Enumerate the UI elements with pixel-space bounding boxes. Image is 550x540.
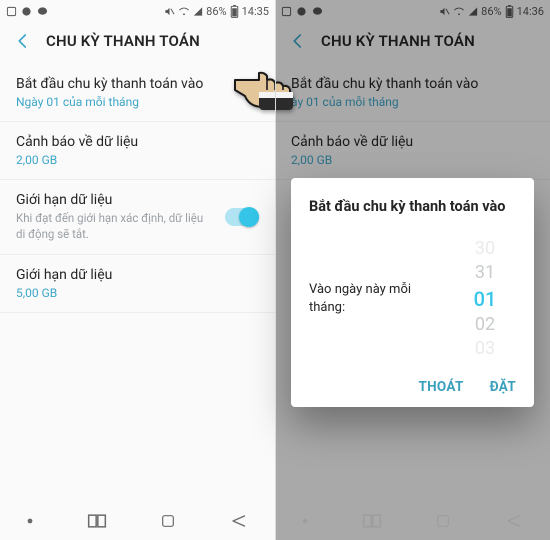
nav-back-icon[interactable]	[230, 514, 248, 528]
status-left	[6, 6, 49, 17]
phone-right: 86% 14:36 CHU KỲ THANH TOÁN Bắt đầu chu …	[275, 0, 550, 540]
item-data-warning[interactable]: Cảnh báo về dữ liệu 2,00 GB	[0, 122, 275, 180]
mute-icon	[164, 6, 175, 17]
dialog-actions: THOÁT ĐẶT	[309, 379, 516, 395]
picker-option[interactable]: 03	[454, 337, 516, 361]
item-sub: 5,00 GB	[16, 286, 259, 300]
settings-list: Bắt đầu chu kỳ thanh toán vào Ngày 01 củ…	[0, 64, 275, 500]
toggle-switch[interactable]	[225, 208, 259, 226]
nav-dot-icon	[27, 518, 33, 524]
item-title: Cảnh báo về dữ liệu	[16, 134, 259, 150]
item-data-limit[interactable]: Giới hạn dữ liệu 5,00 GB	[0, 255, 275, 313]
item-title: Giới hạn dữ liệu	[16, 192, 215, 208]
nav-home-icon[interactable]	[160, 513, 176, 529]
msg-icon	[36, 6, 49, 17]
item-desc: Khi đạt đến giới hạn xác định, dữ liệu d…	[16, 211, 215, 242]
item-title: Bắt đầu chu kỳ thanh toán vào	[16, 76, 259, 92]
picker-row: Vào ngày này mỗi tháng: 30 31 01 02 03	[309, 237, 516, 361]
back-button[interactable]	[14, 32, 32, 50]
clock-text: 14:35	[242, 5, 269, 18]
pointer-hand-icon	[231, 56, 303, 114]
picker-option[interactable]: 31	[454, 261, 516, 285]
cancel-button[interactable]: THOÁT	[418, 379, 463, 395]
signal-icon	[193, 6, 203, 17]
dialog-title: Bắt đầu chu kỳ thanh toán vào	[309, 198, 516, 215]
item-data-limit-toggle[interactable]: Giới hạn dữ liệu Khi đạt đến giới hạn xá…	[0, 180, 275, 255]
picker-label: Vào ngày này mỗi tháng:	[309, 281, 446, 317]
nav-recents-icon[interactable]	[87, 513, 107, 529]
item-sub: Ngày 01 của mỗi tháng	[16, 95, 259, 109]
wifi-icon	[178, 6, 190, 17]
item-title: Giới hạn dữ liệu	[16, 267, 259, 283]
picker-option[interactable]: 30	[454, 237, 516, 261]
item-sub: 2,00 GB	[16, 153, 259, 167]
ok-button[interactable]: ĐẶT	[490, 379, 516, 395]
battery-text: 86%	[206, 5, 226, 18]
screens-divider	[275, 0, 276, 540]
nav-bar	[0, 500, 275, 540]
status-right: 86% 14:35	[164, 5, 269, 18]
picker-option-selected[interactable]: 01	[454, 286, 516, 313]
day-picker[interactable]: 30 31 01 02 03	[454, 237, 516, 361]
status-bar: 86% 14:35	[0, 0, 275, 22]
page-title: CHU KỲ THANH TOÁN	[46, 32, 200, 50]
picker-option[interactable]: 02	[454, 313, 516, 337]
notif-icon	[6, 6, 17, 17]
chat-icon	[21, 6, 32, 17]
battery-icon	[230, 5, 239, 18]
date-picker-dialog: Bắt đầu chu kỳ thanh toán vào Vào ngày n…	[291, 178, 534, 407]
